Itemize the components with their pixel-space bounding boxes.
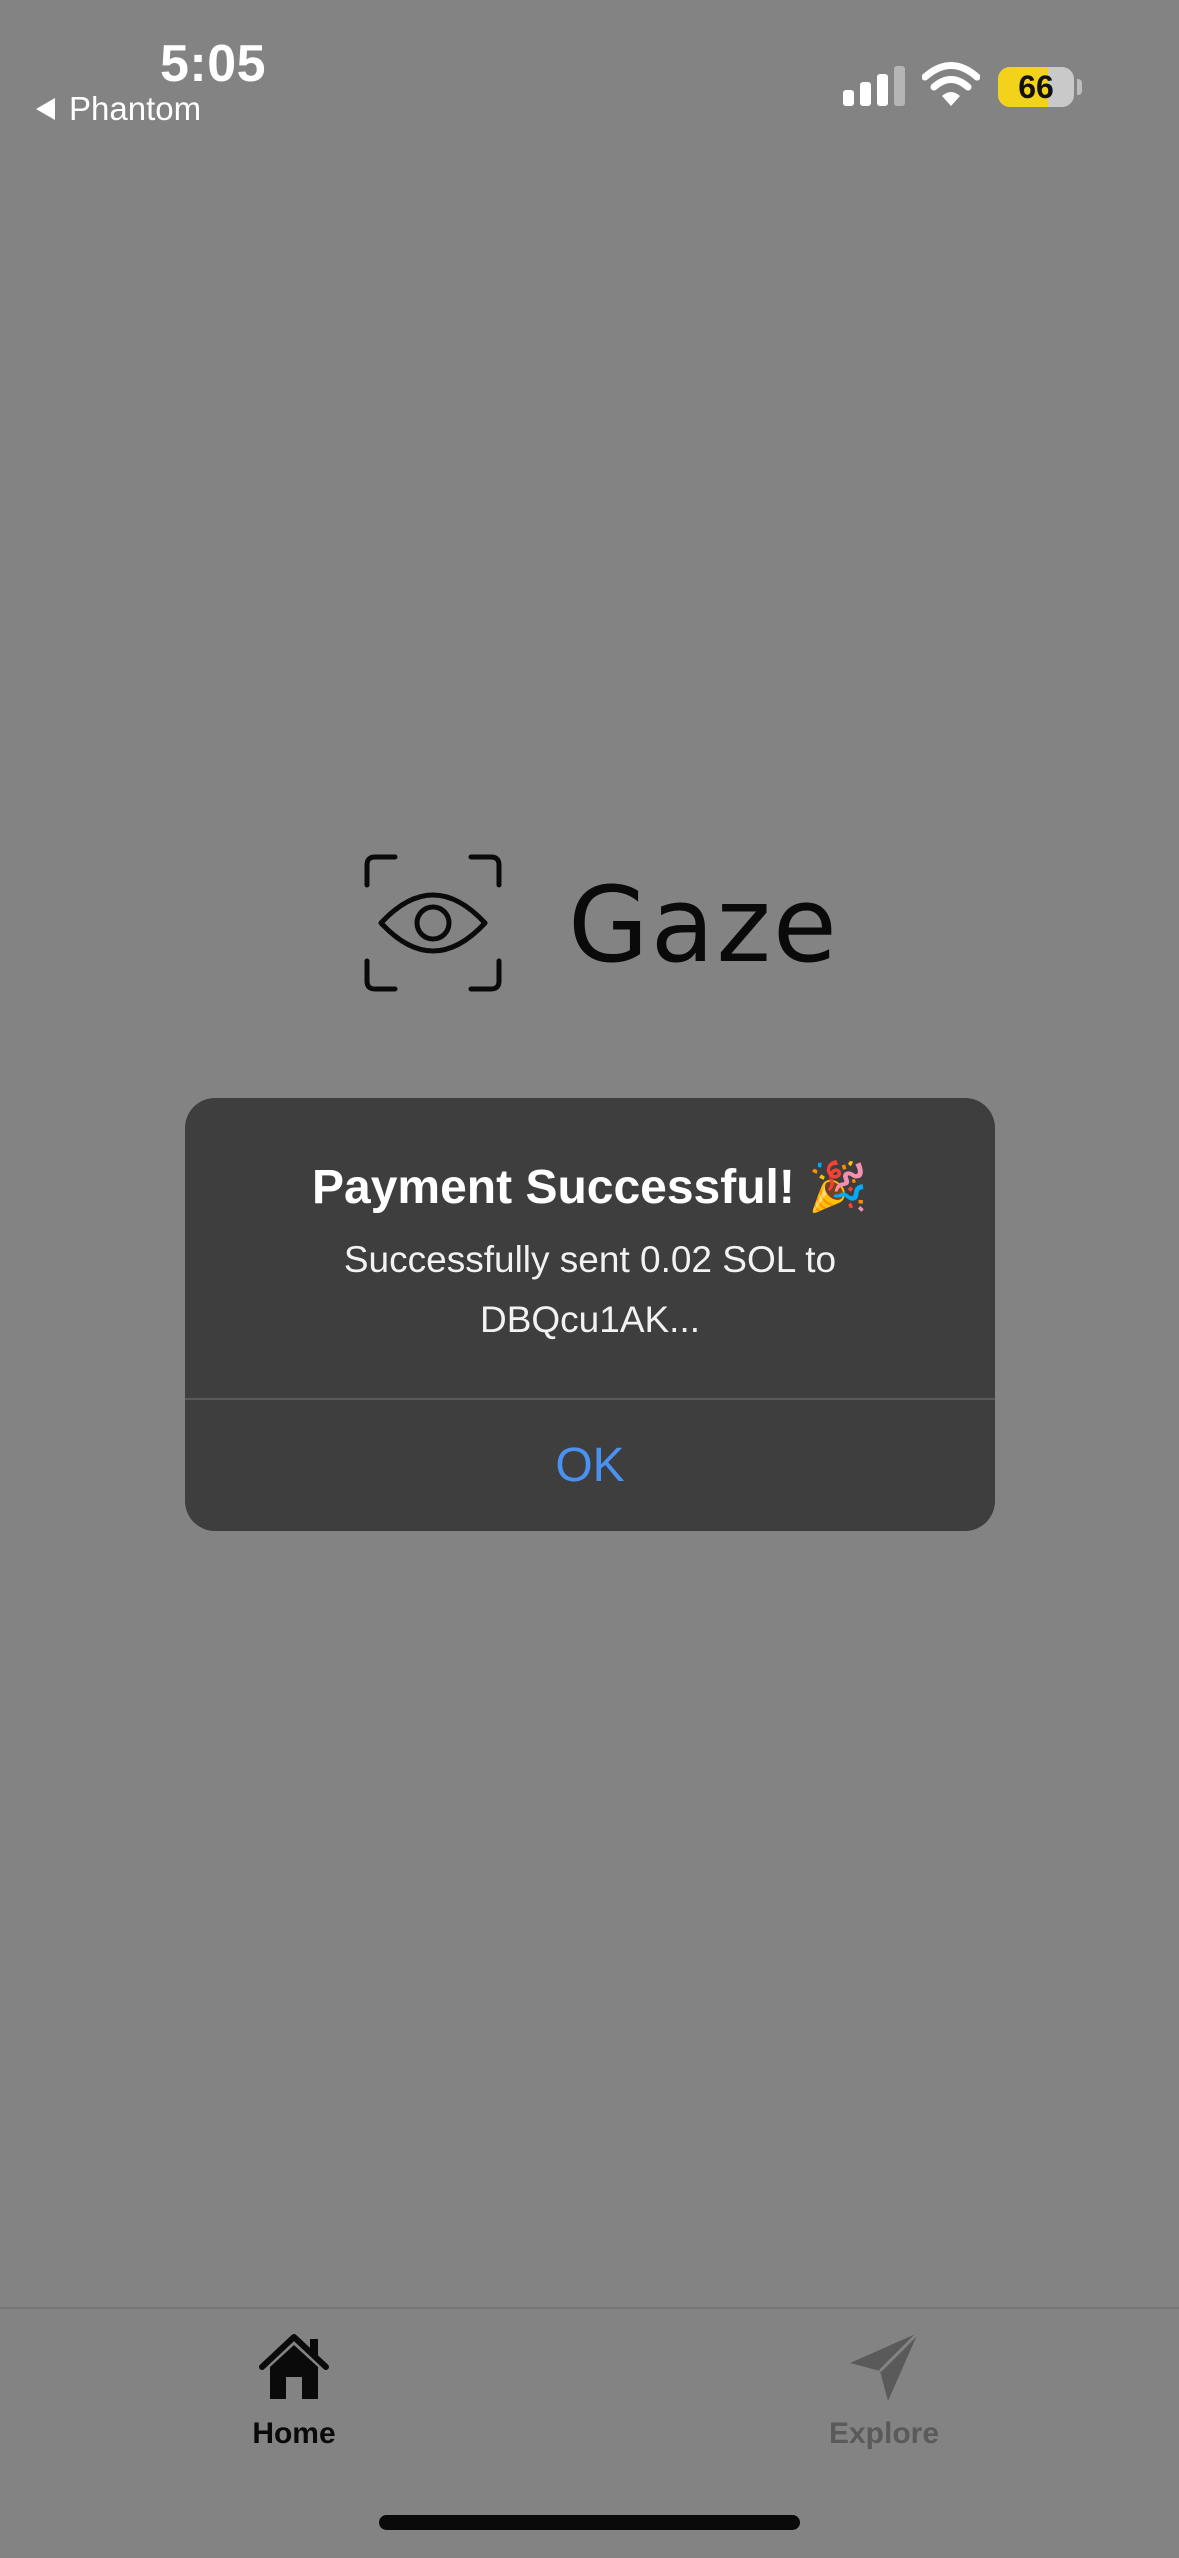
battery-cap [1077,79,1082,95]
back-to-app-button[interactable]: Phantom [36,90,201,128]
status-time: 5:05 [160,35,267,93]
cellular-signal-icon [843,66,905,106]
battery-level-text: 66 [1018,68,1054,105]
wifi-icon [922,62,980,106]
app-name: Gaze [568,864,839,986]
back-app-label: Phantom [69,90,202,127]
home-indicator [379,2515,800,2530]
payment-alert-dialog: Payment Successful! 🎉 Successfully sent … [185,1098,995,1531]
eye-scan-icon [364,854,502,992]
tab-home-label: Home [252,2417,336,2450]
tab-explore-label: Explore [828,2417,940,2450]
app-logo: Gaze [363,853,837,993]
home-icon [259,2334,329,2399]
alert-message: Successfully sent 0.02 SOL to DBQcu1AK..… [343,1239,837,1340]
back-arrow-icon [36,98,55,120]
ok-button[interactable]: OK [185,1400,995,1531]
tab-explore[interactable]: Explore [764,2327,1004,2451]
paper-plane-icon [850,2331,920,2401]
battery-indicator: 66 [998,67,1074,107]
tab-home[interactable]: Home [174,2327,414,2451]
alert-title: Payment Successful! 🎉 [312,1161,868,1214]
